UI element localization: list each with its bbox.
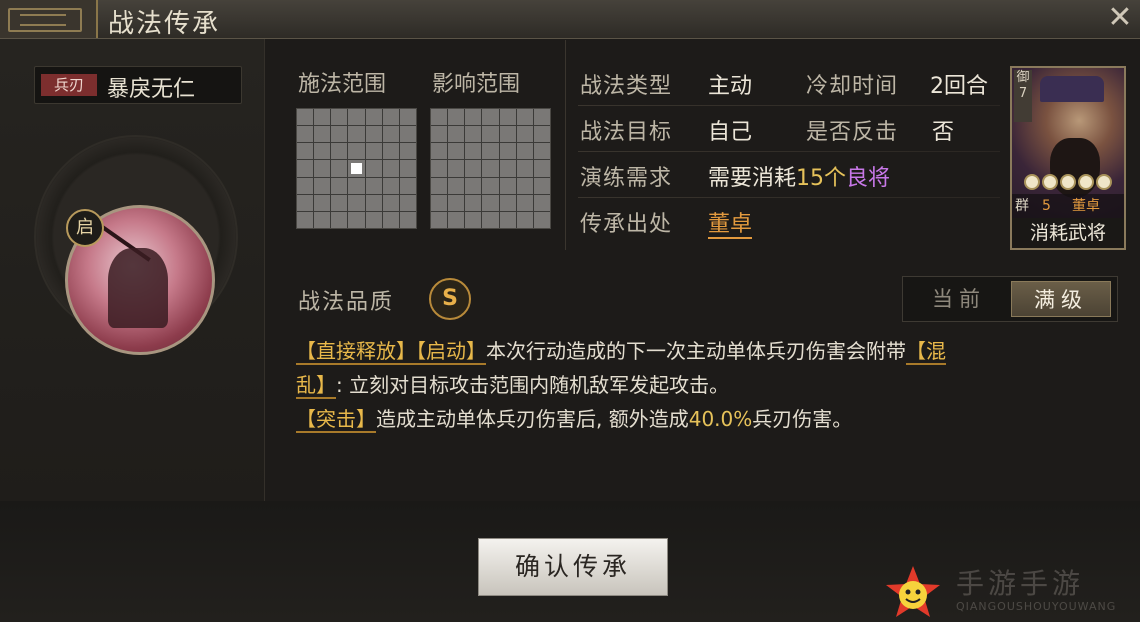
damage-percent: 40.0% — [688, 407, 753, 431]
quality-grade-badge: S — [429, 278, 471, 320]
skill-name: 暴戾无仁 — [107, 77, 196, 102]
skill-description: 【直接释放】【启动】本次行动造成的下一次主动单体兵刃伤害会附带【混乱】: 立刻对… — [296, 334, 1122, 436]
cast-range-grid — [296, 108, 417, 229]
general-cost: 5 — [1042, 198, 1051, 214]
title-bar: 战法传承 ✕ — [0, 0, 1140, 39]
watermark-subtext: QIANGOUSHOUYOUWANG — [956, 600, 1117, 613]
source-value-wrap: 董卓 — [708, 206, 753, 239]
tab-max-level[interactable]: 满级 — [1011, 281, 1111, 317]
title-ornament — [0, 0, 98, 38]
skill-name-box: 兵刃 暴戾无仁 — [34, 66, 242, 104]
requirement-count: 15个 — [796, 166, 847, 191]
description-text: 本次行动造成的下一次主动单体兵刃伤害会附带 — [486, 339, 906, 363]
keyword-start: 【启动】 — [416, 339, 486, 365]
general-info-bar: 群 5 董卓 — [1012, 194, 1124, 218]
type-value: 主动 — [708, 74, 753, 99]
type-label: 战法类型 — [580, 74, 673, 99]
skill-type-tag: 兵刃 — [41, 74, 97, 96]
source-general-link[interactable]: 董卓 — [708, 212, 753, 239]
counter-label: 是否反击 — [806, 120, 899, 145]
effect-range-label: 影响范围 — [432, 72, 521, 97]
keyword-assault: 【突击】 — [296, 407, 376, 433]
row-divider — [578, 197, 1000, 198]
keyword-direct-cast: 【直接释放】 — [296, 339, 416, 365]
cooldown-value: 2回合 — [930, 74, 988, 99]
star-icon — [1042, 174, 1058, 190]
requirement-value: 需要消耗15个良将 — [708, 160, 890, 192]
star-icon — [1024, 174, 1040, 190]
cooldown-label: 冷却时间 — [806, 74, 899, 99]
general-card[interactable]: 御 7 群 5 董卓 消耗武将 — [1010, 66, 1126, 250]
start-badge: 启 — [66, 209, 104, 247]
description-text: 兵刃伤害。 — [752, 407, 853, 431]
level-toggle: 当前 满级 — [902, 276, 1118, 322]
confirm-inherit-button[interactable]: 确认传承 — [478, 538, 668, 596]
consume-general-label: 消耗武将 — [1012, 218, 1124, 248]
cast-range-label: 施法范围 — [298, 72, 387, 97]
tab-current[interactable]: 当前 — [909, 281, 1009, 317]
keyword-chaos-end: 乱】 — [296, 373, 336, 399]
star-icon — [1060, 174, 1076, 190]
keyword-chaos: 【混 — [906, 339, 946, 365]
general-side-tag: 御 7 — [1014, 70, 1032, 122]
description-text: 造成主动单体兵刃伤害后, 额外造成 — [376, 407, 689, 431]
requirement-label: 演练需求 — [580, 166, 673, 191]
target-label: 战法目标 — [580, 120, 673, 145]
watermark-text: 手游手游 — [956, 567, 1085, 600]
general-stars — [1016, 174, 1120, 194]
watermark-logo — [886, 566, 940, 617]
star-icon — [1078, 174, 1094, 190]
row-divider — [578, 151, 1000, 152]
source-label: 传承出处 — [580, 212, 673, 237]
target-value: 自己 — [708, 120, 753, 145]
effect-range-grid — [430, 108, 551, 229]
star-icon — [1096, 174, 1112, 190]
self-cell — [348, 160, 365, 177]
general-faction: 群 — [1015, 198, 1029, 214]
general-name: 董卓 — [1072, 198, 1100, 214]
quality-label: 战法品质 — [298, 290, 395, 315]
requirement-prefix: 需要消耗 — [708, 166, 797, 191]
divider — [565, 40, 566, 250]
counter-value: 否 — [932, 120, 955, 145]
requirement-item: 良将 — [846, 166, 891, 191]
description-text: : 立刻对目标攻击范围内随机敌军发起攻击。 — [336, 373, 730, 397]
row-divider — [578, 105, 1000, 106]
close-button[interactable]: ✕ — [1104, 2, 1136, 34]
window-title: 战法传承 — [108, 9, 221, 39]
